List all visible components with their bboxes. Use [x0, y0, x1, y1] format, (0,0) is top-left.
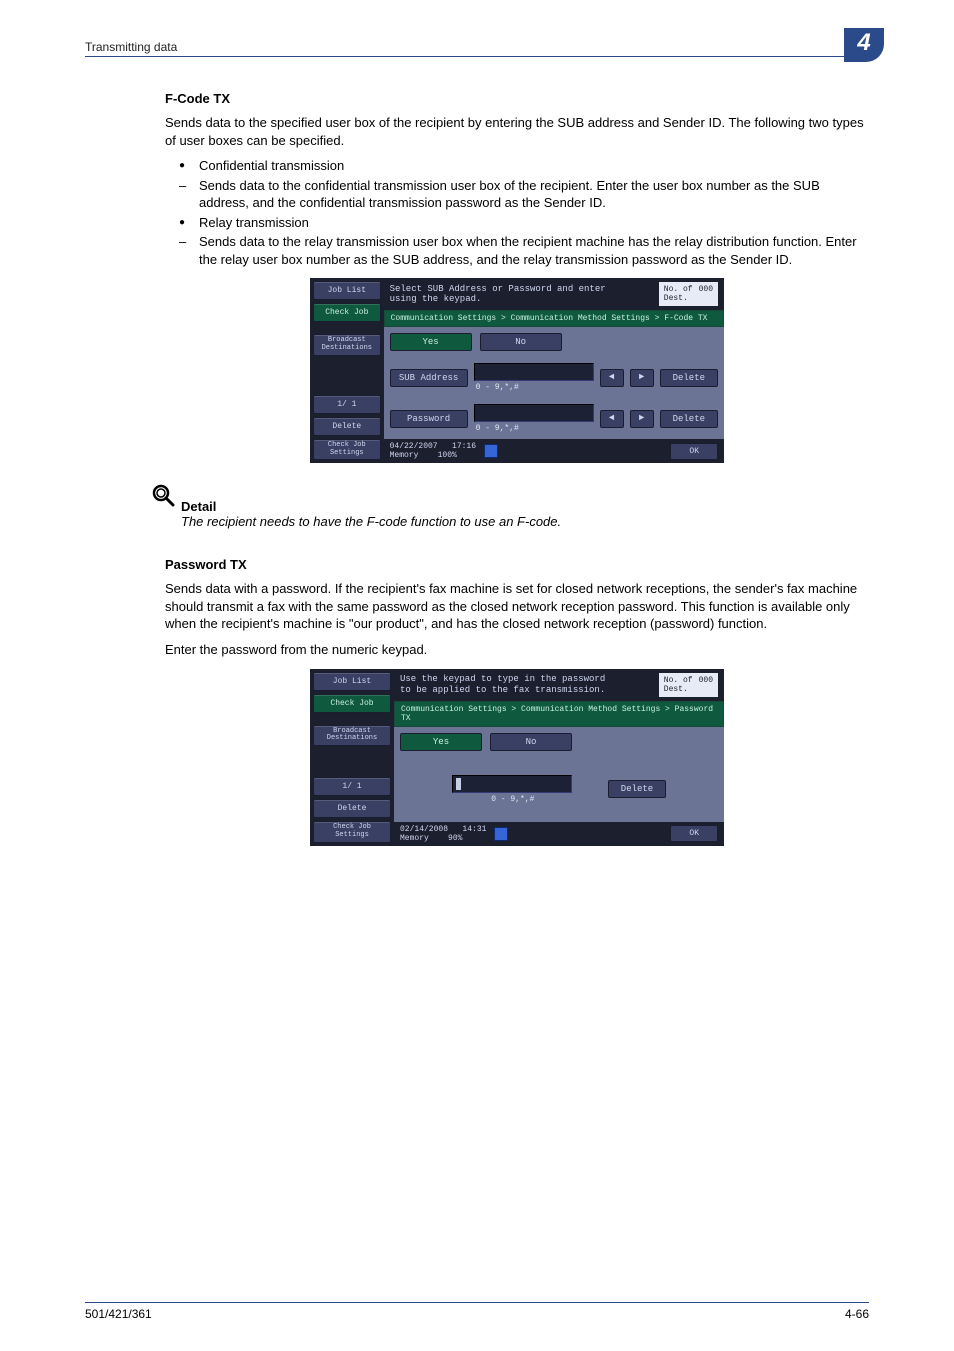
- delete-button[interactable]: Delete: [608, 780, 666, 798]
- memory-icon: [484, 444, 498, 458]
- password-label[interactable]: Password: [390, 410, 468, 428]
- device-screen-password: Job List Check Job Broadcast Destination…: [310, 669, 724, 846]
- memory-value: 100%: [438, 451, 457, 460]
- status-time: 17:16: [452, 442, 476, 451]
- arrow-right-icon[interactable]: ►: [630, 410, 654, 428]
- page-indicator: 1/ 1: [313, 395, 381, 414]
- dest-label: No. of Dest.: [664, 285, 693, 303]
- ok-button[interactable]: OK: [670, 825, 718, 842]
- dest-count: 000: [699, 676, 713, 694]
- side-delete-button[interactable]: Delete: [313, 799, 391, 818]
- check-job-settings-button[interactable]: Check Job Settings: [313, 821, 391, 842]
- check-job-button[interactable]: Check Job: [313, 694, 391, 713]
- delete-button[interactable]: Delete: [660, 410, 718, 428]
- memory-label: Memory: [400, 834, 429, 843]
- side-delete-button[interactable]: Delete: [313, 417, 381, 436]
- arrow-left-icon[interactable]: ◄: [600, 369, 624, 387]
- dest-label: No. of Dest.: [664, 676, 693, 694]
- section-heading-password: Password TX: [165, 557, 869, 572]
- status-date: 04/22/2007: [390, 442, 438, 451]
- check-job-button[interactable]: Check Job: [313, 303, 381, 322]
- list-item: Relay transmission: [165, 214, 869, 232]
- memory-label: Memory: [390, 451, 419, 460]
- footer-right: 4-66: [845, 1307, 869, 1321]
- destination-count-badge: No. of Dest. 000: [659, 282, 718, 306]
- instruction-text: Use the keypad to type in the password t…: [400, 674, 605, 696]
- chapter-number-badge: 4: [844, 28, 884, 62]
- device-screen-fcode: Job List Check Job Broadcast Destination…: [310, 278, 724, 463]
- section-paragraph: Sends data with a password. If the recip…: [165, 580, 869, 633]
- broadcast-destinations-button[interactable]: Broadcast Destinations: [313, 725, 391, 746]
- status-time: 14:31: [462, 825, 486, 834]
- yes-button[interactable]: Yes: [390, 333, 472, 351]
- status-date: 02/14/2008: [400, 825, 448, 834]
- instruction-text: Select SUB Address or Password and enter…: [390, 284, 606, 306]
- memory-icon: [494, 827, 508, 841]
- memory-value: 90%: [448, 834, 462, 843]
- input-range: 0 - 9,*,#: [491, 795, 534, 804]
- input-range: 0 - 9,*,#: [476, 383, 519, 392]
- yes-button[interactable]: Yes: [400, 733, 482, 751]
- section-paragraph: Enter the password from the numeric keyp…: [165, 641, 869, 659]
- list-item: Sends data to the confidential transmiss…: [165, 177, 869, 212]
- broadcast-destinations-button[interactable]: Broadcast Destinations: [313, 334, 381, 355]
- sub-address-field[interactable]: [474, 363, 594, 381]
- section-heading-fcode: F-Code TX: [165, 91, 869, 106]
- footer-left: 501/421/361: [85, 1307, 152, 1321]
- arrow-right-icon[interactable]: ►: [630, 369, 654, 387]
- sub-address-label[interactable]: SUB Address: [390, 369, 468, 387]
- breadcrumb: Communication Settings > Communication M…: [384, 310, 724, 327]
- list-item: Sends data to the relay transmission use…: [165, 233, 869, 268]
- check-job-settings-button[interactable]: Check Job Settings: [313, 439, 381, 460]
- breadcrumb: Communication Settings > Communication M…: [394, 701, 724, 727]
- input-range: 0 - 9,*,#: [476, 424, 519, 433]
- password-field[interactable]: [452, 775, 572, 793]
- delete-button[interactable]: Delete: [660, 369, 718, 387]
- password-field[interactable]: [474, 404, 594, 422]
- no-button[interactable]: No: [490, 733, 572, 751]
- text-cursor: [456, 778, 461, 790]
- list-item: Confidential transmission: [165, 157, 869, 175]
- detail-text: The recipient needs to have the F-code f…: [181, 514, 561, 529]
- arrow-left-icon[interactable]: ◄: [600, 410, 624, 428]
- section-intro-fcode: Sends data to the specified user box of …: [165, 114, 869, 149]
- page-indicator: 1/ 1: [313, 777, 391, 796]
- page-header-title: Transmitting data: [85, 40, 177, 54]
- detail-heading: Detail: [181, 499, 561, 514]
- ok-button[interactable]: OK: [670, 443, 718, 460]
- dest-count: 000: [699, 285, 713, 303]
- job-list-button[interactable]: Job List: [313, 281, 381, 300]
- no-button[interactable]: No: [480, 333, 562, 351]
- destination-count-badge: No. of Dest. 000: [659, 673, 718, 697]
- job-list-button[interactable]: Job List: [313, 672, 391, 691]
- magnifier-icon: [149, 481, 177, 509]
